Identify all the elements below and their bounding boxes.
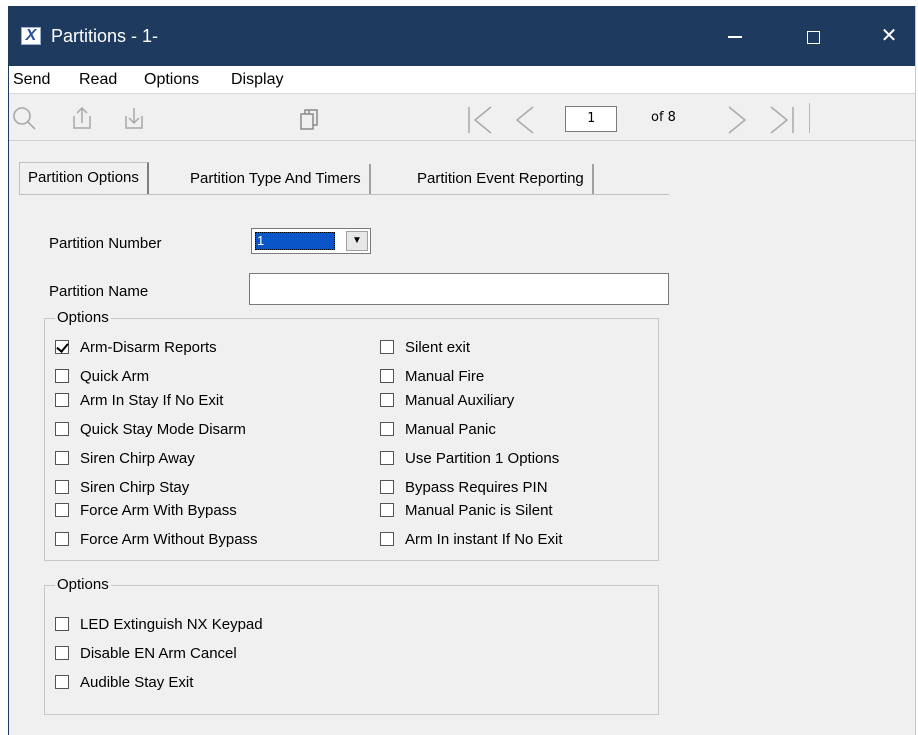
app-icon: X (21, 27, 41, 45)
checkbox[interactable] (380, 532, 394, 546)
menu-display[interactable]: Display (231, 71, 283, 89)
checkbox-force-arm-without-bypass[interactable]: Force Arm Without Bypass (55, 531, 258, 551)
options-group-2-legend: Options (55, 576, 111, 594)
checkbox-siren-chirp-away[interactable]: Siren Chirp Away (55, 450, 195, 470)
close-button[interactable]: ✕ (871, 20, 907, 52)
tab-partition-type-and-timers[interactable]: Partition Type And Timers (182, 164, 371, 194)
checkbox-arm-in-instant-if-no-exit[interactable]: Arm In instant If No Exit (380, 531, 563, 551)
toolbar-separator (809, 103, 810, 133)
checkbox-manual-panic[interactable]: Manual Panic (380, 421, 496, 441)
checkbox[interactable] (55, 369, 69, 383)
checkbox-manual-fire[interactable]: Manual Fire (380, 368, 484, 388)
checkbox-label: Siren Chirp Stay (80, 479, 190, 496)
checkbox-use-partition-1-options[interactable]: Use Partition 1 Options (380, 450, 559, 470)
maximize-button[interactable] (795, 20, 831, 52)
checkbox-label: Arm-Disarm Reports (80, 339, 217, 356)
checkbox[interactable] (55, 503, 69, 517)
checkbox-label: Manual Fire (405, 368, 485, 385)
checkbox-label: Disable EN Arm Cancel (80, 645, 237, 662)
checkbox-arm-in-stay-if-no-exit[interactable]: Arm In Stay If No Exit (55, 392, 223, 412)
next-page-icon[interactable] (721, 105, 753, 134)
checkbox-force-arm-with-bypass[interactable]: Force Arm With Bypass (55, 502, 237, 522)
checkbox[interactable] (380, 369, 394, 383)
checkbox-label: Manual Auxiliary (405, 392, 515, 409)
tab-partition-event-reporting[interactable]: Partition Event Reporting (409, 164, 594, 194)
checkbox-manual-panic-is-silent[interactable]: Manual Panic is Silent (380, 502, 553, 522)
checkbox-label: Siren Chirp Away (80, 450, 195, 467)
window-title: Partitions - 1- (51, 26, 159, 46)
page-number-input[interactable]: 1 (565, 106, 617, 132)
tab-panel: Partition Number 1 ▼ Partition Name Opti… (19, 194, 669, 729)
checkbox-label: Use Partition 1 Options (405, 450, 560, 467)
checkbox[interactable] (55, 422, 69, 436)
last-page-icon[interactable] (765, 105, 797, 134)
title-bar[interactable]: X Partitions - 1- ✕ (9, 6, 915, 66)
checkbox[interactable] (380, 422, 394, 436)
checkbox-label: Quick Arm (80, 368, 150, 385)
copy-icon[interactable] (297, 105, 323, 131)
chevron-down-icon[interactable]: ▼ (346, 231, 368, 251)
checkbox-siren-chirp-stay[interactable]: Siren Chirp Stay (55, 479, 189, 499)
minimize-button[interactable] (717, 20, 753, 52)
checkbox-arm-disarm-reports[interactable]: Arm-Disarm Reports (55, 339, 217, 359)
options-group-1-legend: Options (55, 309, 111, 327)
menu-options[interactable]: Options (144, 71, 199, 89)
checkbox-label: Quick Stay Mode Disarm (80, 421, 246, 438)
checkbox-label: Manual Panic is Silent (405, 502, 553, 519)
checkbox[interactable] (55, 451, 69, 465)
checkbox[interactable] (380, 451, 394, 465)
partition-number-select[interactable]: 1 ▼ (251, 228, 371, 254)
checkbox-led-extinguish-nx-keypad[interactable]: LED Extinguish NX Keypad (55, 616, 263, 636)
maximize-icon (806, 30, 820, 44)
checkbox-bypass-requires-pin[interactable]: Bypass Requires PIN (380, 479, 548, 499)
checkbox[interactable] (55, 675, 69, 689)
partitions-window: X Partitions - 1- ✕ Send Read Options Di… (8, 6, 916, 735)
partition-number-value: 1 (255, 232, 335, 250)
checkbox-label: Silent exit (405, 339, 471, 356)
tab-partition-options[interactable]: Partition Options (19, 162, 149, 194)
checkbox[interactable] (380, 393, 394, 407)
checkbox-label: Bypass Requires PIN (405, 479, 548, 496)
page-count-label: of 8 (651, 110, 676, 125)
minimize-icon (728, 36, 742, 39)
checkbox[interactable] (380, 480, 394, 494)
search-icon[interactable] (11, 105, 37, 131)
checkbox-label: LED Extinguish NX Keypad (80, 616, 263, 633)
checkbox[interactable] (380, 340, 394, 354)
checkbox-label: Audible Stay Exit (80, 674, 194, 691)
checkbox[interactable] (55, 646, 69, 660)
checkbox-disable-en-arm-cancel[interactable]: Disable EN Arm Cancel (55, 645, 237, 665)
checkbox-label: Arm In instant If No Exit (405, 531, 563, 548)
checkbox-quick-stay-mode-disarm[interactable]: Quick Stay Mode Disarm (55, 421, 246, 441)
checkbox-label: Manual Panic (405, 421, 496, 438)
toolbar: 1 of 8 (9, 95, 915, 141)
partition-name-input[interactable] (249, 273, 669, 305)
menu-bar: Send Read Options Display (9, 66, 915, 94)
partition-name-label: Partition Name (49, 283, 149, 300)
menu-read[interactable]: Read (79, 71, 117, 89)
checkbox[interactable] (55, 532, 69, 546)
checkbox-label: Force Arm With Bypass (80, 502, 237, 519)
previous-page-icon[interactable] (509, 105, 541, 134)
checkbox-checked[interactable] (55, 340, 69, 354)
checkbox-manual-auxiliary[interactable]: Manual Auxiliary (380, 392, 514, 412)
checkbox[interactable] (55, 480, 69, 494)
checkbox-label: Force Arm Without Bypass (80, 531, 258, 548)
checkbox-quick-arm[interactable]: Quick Arm (55, 368, 149, 388)
upload-icon[interactable] (69, 105, 95, 131)
menu-send[interactable]: Send (13, 71, 50, 89)
checkbox-audible-stay-exit[interactable]: Audible Stay Exit (55, 674, 193, 694)
checkbox-silent-exit[interactable]: Silent exit (380, 339, 470, 359)
download-icon[interactable] (121, 105, 147, 131)
options-group-2: Options LED Extinguish NX Keypad Disable… (44, 576, 659, 715)
partition-number-label: Partition Number (49, 235, 162, 252)
checkbox[interactable] (380, 503, 394, 517)
first-page-icon[interactable] (465, 105, 497, 134)
checkbox[interactable] (55, 617, 69, 631)
checkbox-label: Arm In Stay If No Exit (80, 392, 224, 409)
checkbox[interactable] (55, 393, 69, 407)
close-icon: ✕ (880, 25, 898, 47)
options-group-1: Options Arm-Disarm Reports Quick Arm Arm… (44, 309, 659, 561)
